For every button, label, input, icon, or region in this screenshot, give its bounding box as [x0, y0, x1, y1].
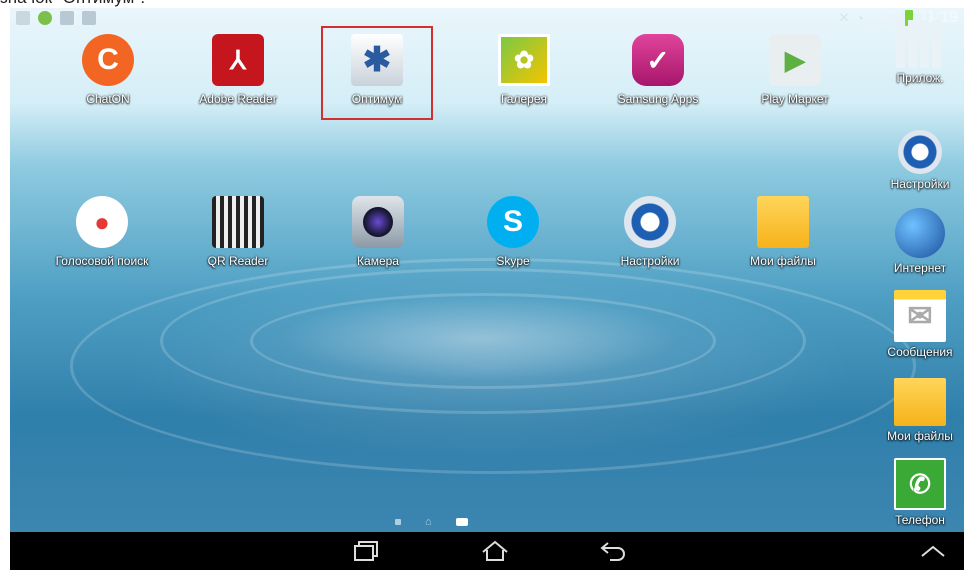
adobe-reader-icon: ⅄ — [212, 34, 264, 86]
app-label: Настройки — [620, 254, 680, 268]
play-market-icon: ▶ — [769, 34, 821, 86]
caption-text: значок "Оптимум". — [0, 0, 145, 8]
app-label: Adobe Reader — [199, 92, 277, 106]
expand-button[interactable] — [908, 536, 958, 566]
mute-icon: ✕ — [838, 10, 850, 25]
wallpaper-ripple — [70, 258, 916, 474]
phone-icon: ✆ — [894, 458, 946, 510]
home-page-icon[interactable]: ⌂ — [425, 516, 432, 528]
dock-phone[interactable]: ✆ Телефон — [876, 458, 964, 527]
wifi-icon: ◔ — [855, 10, 864, 26]
app-play-market[interactable]: ▶ Play Маркет — [735, 34, 855, 106]
dock-label: Прилож. — [896, 71, 944, 85]
dock-label: Интернет — [893, 261, 947, 275]
status-bar: ✕ ◔ ▂▄▆ 11:19 — [10, 8, 964, 28]
app-voice-search[interactable]: ● Голосовой поиск — [42, 196, 162, 268]
voice-search-icon: ● — [76, 196, 128, 248]
app-skype[interactable]: S Skype — [453, 196, 573, 268]
messages-icon: ✉ — [894, 290, 946, 342]
app-adobe-reader[interactable]: ⅄ Adobe Reader — [178, 34, 298, 106]
skype-icon: S — [487, 196, 539, 248]
app-label: ChatON — [86, 92, 130, 106]
app-label: Мои файлы — [750, 254, 816, 268]
gallery-icon: ✿ — [498, 34, 550, 86]
chaton-icon: C — [82, 34, 134, 86]
notification-image-icon — [60, 11, 74, 25]
app-gallery[interactable]: ✿ Галерея — [464, 34, 584, 106]
app-qr-reader[interactable]: QR Reader — [178, 196, 298, 268]
app-label: Голосовой поиск — [55, 254, 149, 268]
app-label: QR Reader — [207, 254, 269, 268]
settings-icon — [898, 130, 942, 174]
dock-label: Телефон — [895, 513, 945, 527]
app-camera[interactable]: Камера — [318, 196, 438, 268]
home-screen: ✕ ◔ ▂▄▆ 11:19 C ChatON ⅄ Adobe Reader ✱ … — [10, 8, 964, 532]
dock-label: Сообщения — [887, 345, 953, 359]
page-dot-active[interactable] — [455, 518, 468, 526]
dock-settings[interactable]: Настройки — [876, 130, 964, 191]
app-label: Play Маркет — [761, 92, 829, 106]
app-label: Галерея — [500, 92, 548, 106]
app-my-files[interactable]: Мои файлы — [723, 196, 843, 268]
app-label: Камера — [357, 254, 399, 268]
camera-icon — [352, 196, 404, 248]
app-chaton[interactable]: C ChatON — [48, 34, 168, 106]
dock-messages[interactable]: ✉ Сообщения — [876, 290, 964, 359]
app-settings[interactable]: Настройки — [590, 196, 710, 268]
notification-file-icon — [16, 11, 30, 25]
dock-label: Настройки — [890, 177, 950, 191]
page-dot[interactable] — [395, 519, 401, 525]
app-label: Skype — [496, 254, 530, 268]
page-indicator: ⌂ — [395, 516, 468, 528]
dock-my-files[interactable]: Мои файлы — [876, 378, 964, 443]
notification-screenshot-icon — [82, 11, 96, 25]
app-samsung-apps[interactable]: ✓ Samsung Apps — [598, 34, 718, 106]
folder-icon — [894, 378, 946, 426]
highlight-frame — [321, 26, 433, 120]
navigation-bar — [10, 532, 964, 570]
notification-app-icon — [38, 11, 52, 25]
app-label: Samsung Apps — [617, 92, 699, 106]
dock-apps[interactable]: Прилож. — [876, 20, 964, 85]
back-icon — [600, 542, 625, 561]
settings-icon — [624, 196, 676, 248]
apps-grid-icon — [896, 20, 944, 68]
samsung-apps-icon: ✓ — [632, 34, 684, 86]
dock-internet[interactable]: Интернет — [876, 208, 964, 275]
back-button[interactable] — [588, 536, 638, 566]
internet-icon — [895, 208, 945, 258]
qr-reader-icon — [212, 196, 264, 248]
home-icon — [482, 540, 508, 561]
recent-apps-button[interactable] — [342, 536, 392, 566]
dock-label: Мои файлы — [887, 429, 953, 443]
folder-icon — [757, 196, 809, 248]
chevron-up-icon — [921, 545, 945, 557]
home-button[interactable] — [470, 536, 520, 566]
recent-apps-icon — [354, 541, 378, 561]
